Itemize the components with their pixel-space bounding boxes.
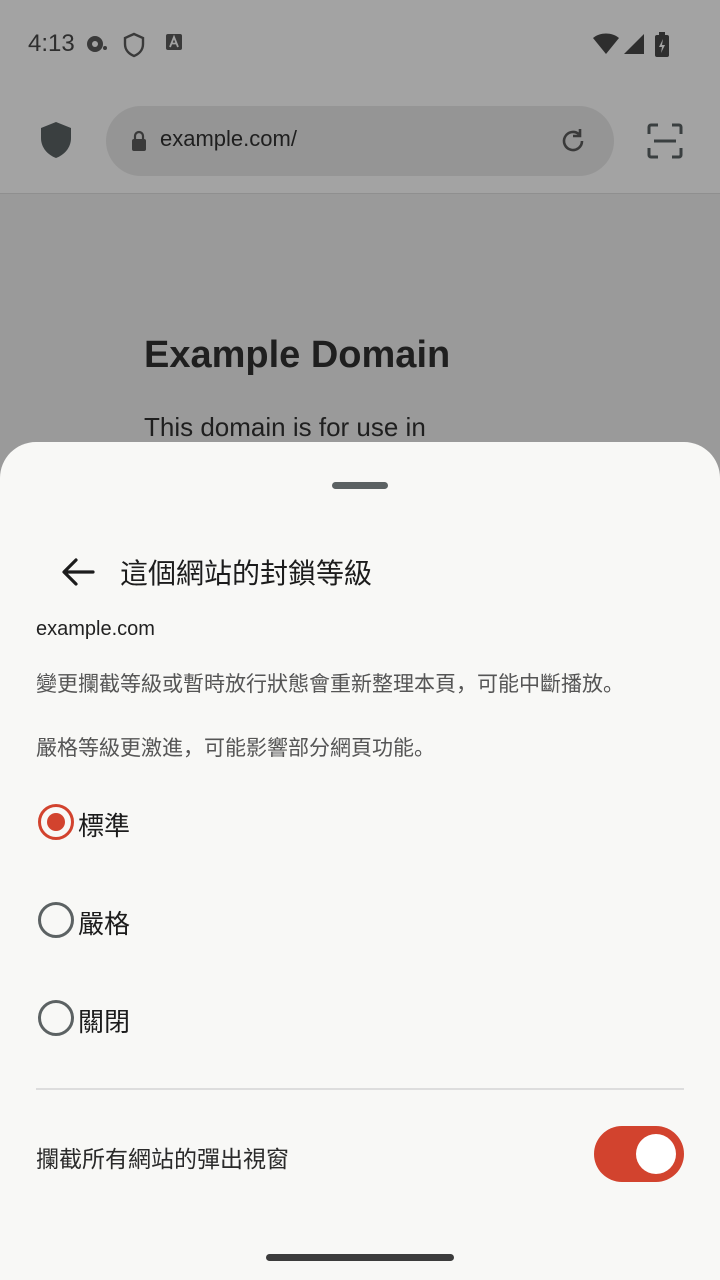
- popup-block-label: 攔截所有網站的彈出視窗: [36, 1147, 289, 1173]
- address-bar[interactable]: example.com/: [106, 106, 614, 176]
- url-text: example.com/: [160, 126, 297, 151]
- keyboard-a-icon: [164, 32, 184, 56]
- divider: [36, 1088, 684, 1090]
- toggle-knob: [636, 1134, 676, 1174]
- radio-option-off[interactable]: 關閉: [34, 986, 684, 1050]
- tracking-protection-shield-icon[interactable]: [38, 120, 74, 164]
- radio-button-unchecked[interactable]: [38, 1000, 74, 1036]
- blocking-level-bottom-sheet: 這個網站的封鎖等級 example.com 變更攔截等級或暫時放行狀態會重新整理…: [0, 442, 720, 1280]
- radio-option-strict[interactable]: 嚴格: [34, 888, 684, 952]
- page-paragraph: This domain is for use in: [144, 412, 426, 442]
- qr-scan-icon[interactable]: [646, 122, 684, 164]
- status-bar: 4:13: [0, 0, 720, 92]
- description-reload-warning: 變更攔截等級或暫時放行狀態會重新整理本頁，可能中斷播放。: [36, 672, 624, 696]
- lock-icon: [130, 130, 148, 156]
- browser-toolbar: example.com/: [0, 92, 720, 194]
- reload-icon[interactable]: [558, 126, 588, 160]
- gesture-home-bar[interactable]: [266, 1254, 454, 1261]
- cellular-signal-icon: [622, 32, 646, 60]
- description-strict-warning: 嚴格等級更激進，可能影響部分網頁功能。: [36, 736, 435, 760]
- sheet-title: 這個網站的封鎖等級: [120, 557, 373, 590]
- radio-label-off: 關閉: [78, 1008, 131, 1038]
- radio-label-standard: 標準: [78, 812, 131, 842]
- radio-button-checked[interactable]: [38, 804, 74, 840]
- popup-block-toggle[interactable]: [594, 1126, 684, 1182]
- radio-label-strict: 嚴格: [78, 910, 131, 940]
- page-heading: Example Domain: [144, 334, 451, 376]
- status-time: 4:13: [28, 30, 75, 57]
- drag-handle[interactable]: [332, 482, 388, 489]
- back-button[interactable]: [56, 550, 100, 594]
- battery-charging-icon: [654, 32, 670, 62]
- arrow-back-icon: [62, 558, 95, 586]
- vpn-shield-icon: [122, 32, 146, 62]
- wifi-icon: [592, 32, 620, 60]
- sync-icon: [84, 32, 108, 60]
- radio-option-standard[interactable]: 標準: [34, 790, 684, 854]
- radio-button-unchecked[interactable]: [38, 902, 74, 938]
- site-domain: example.com: [36, 618, 155, 640]
